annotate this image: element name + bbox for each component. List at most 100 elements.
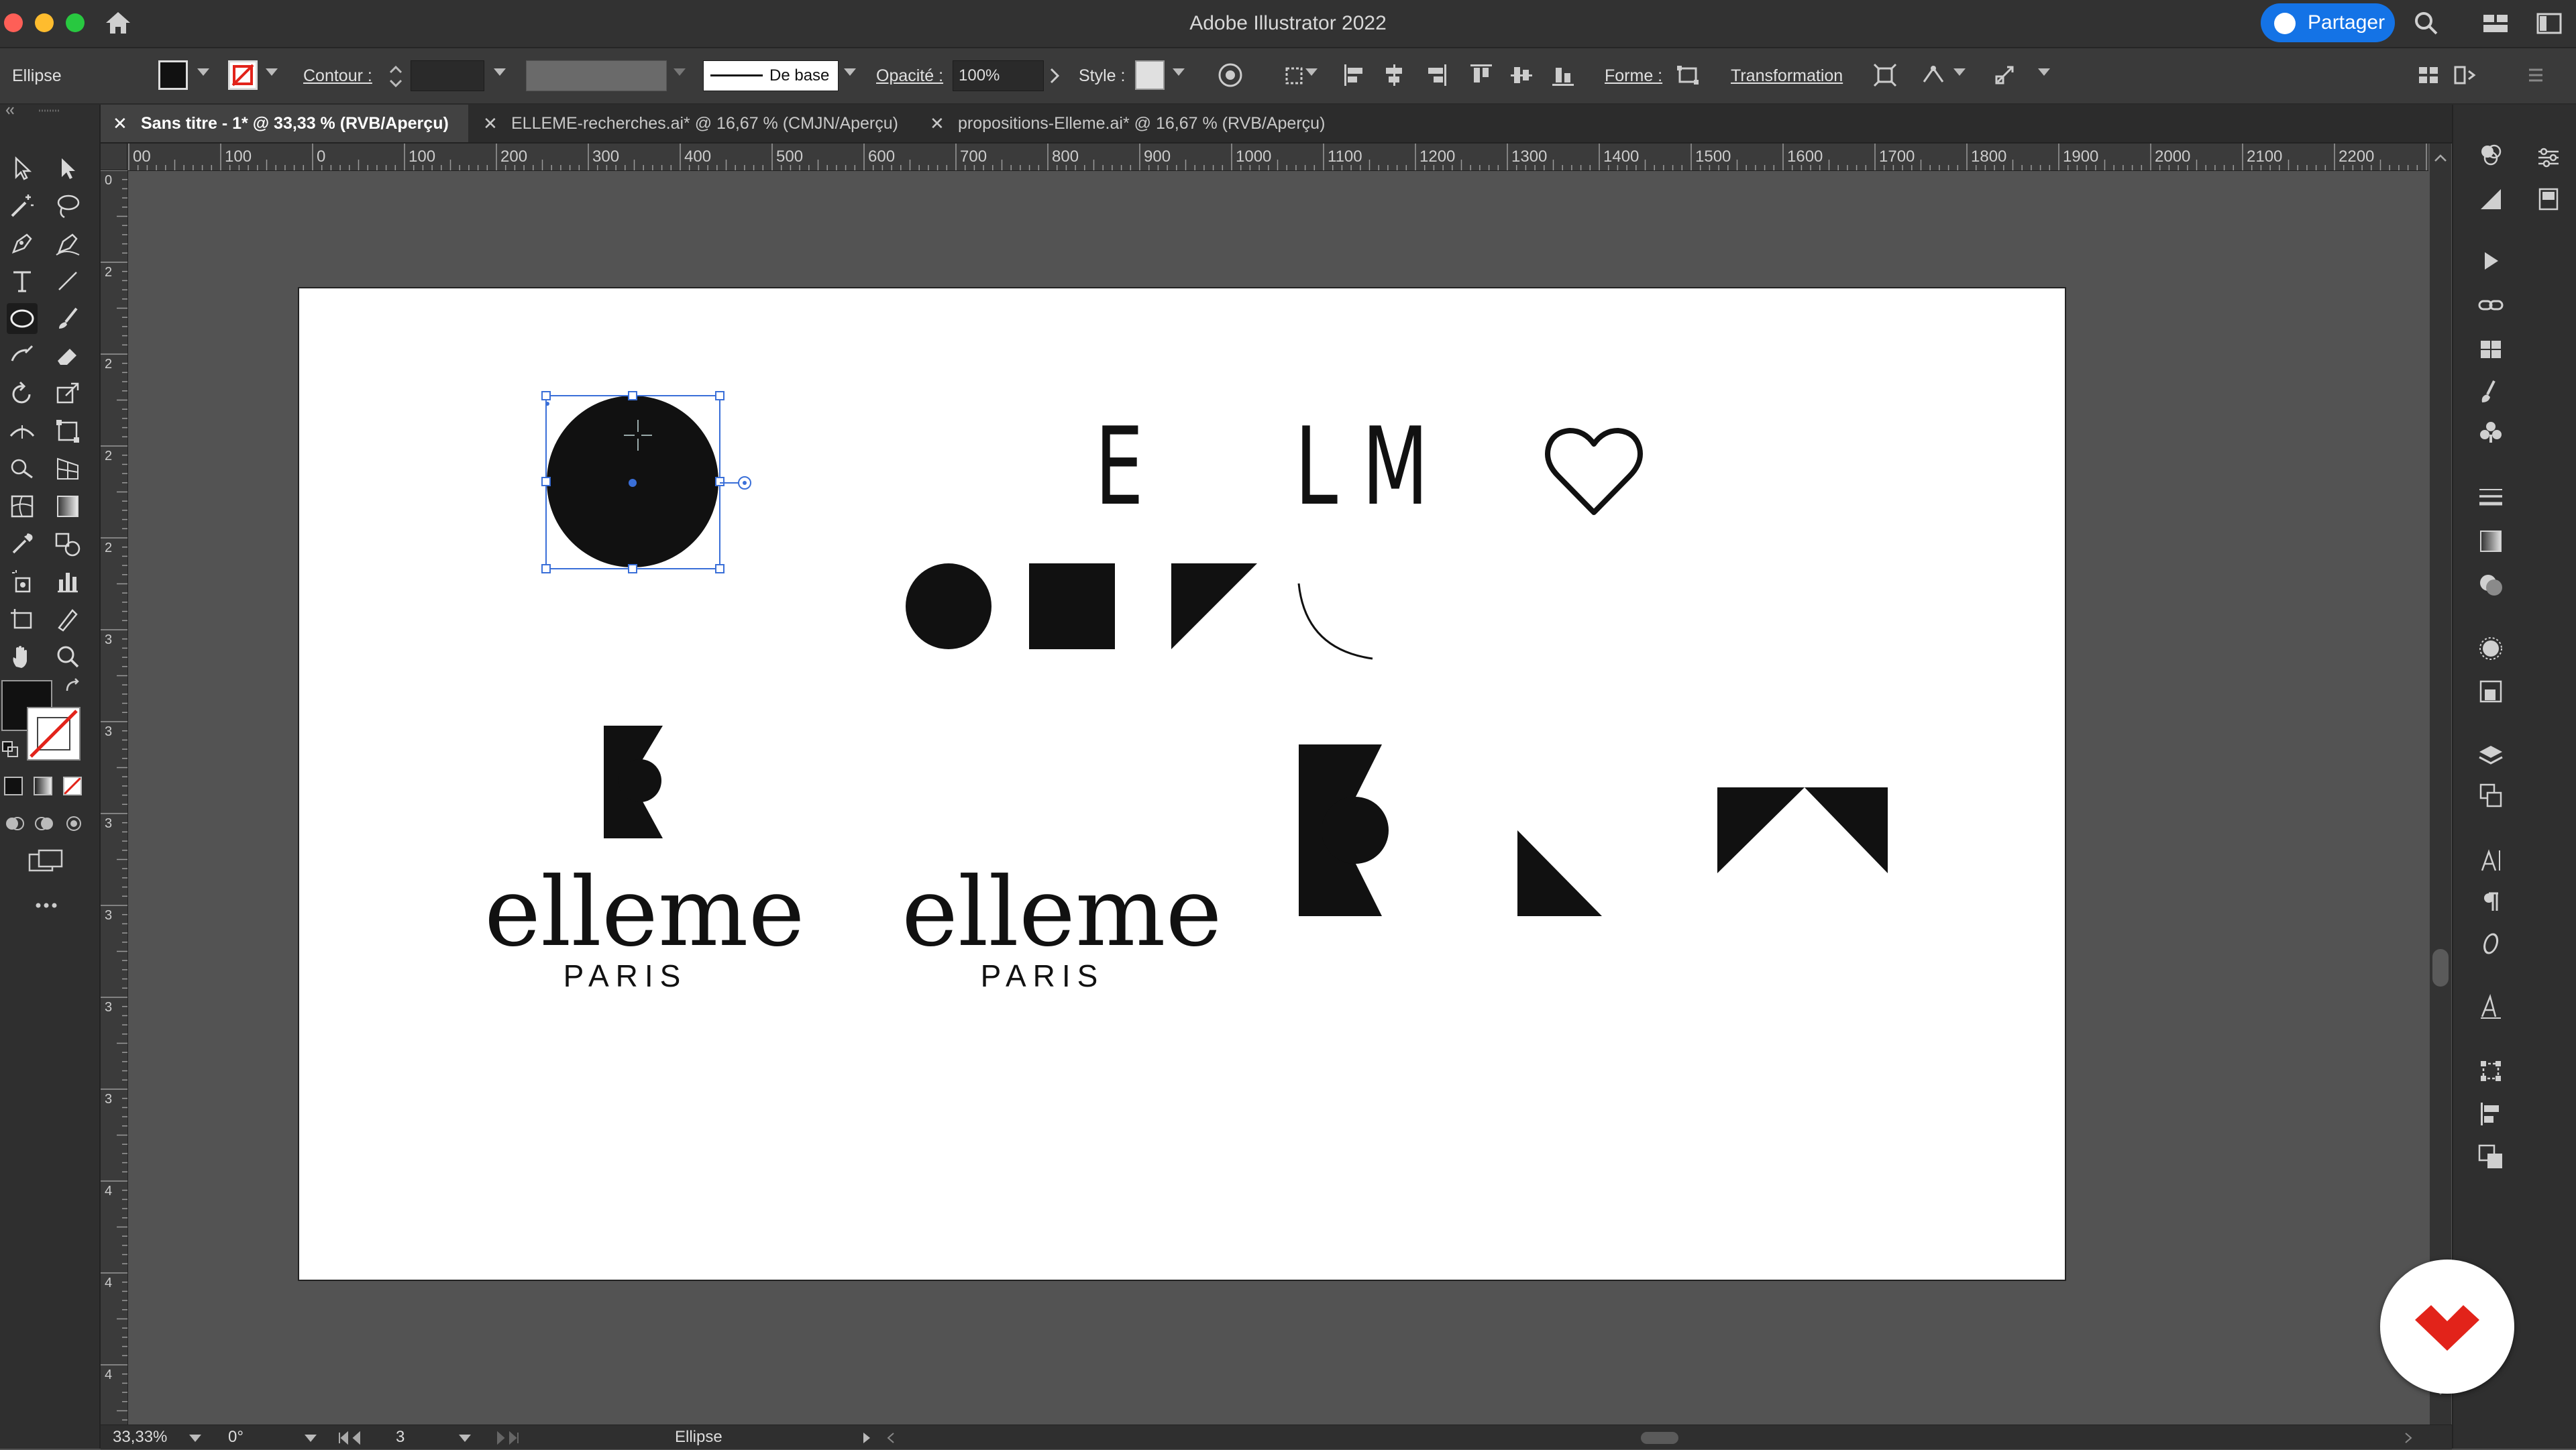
chevron-down-icon[interactable]	[189, 1435, 201, 1442]
artboards-panel-icon[interactable]	[2475, 781, 2506, 812]
eyedropper-tool-icon[interactable]	[7, 528, 38, 559]
screen-mode-icon[interactable]	[27, 848, 64, 875]
zoom-tool-icon[interactable]	[52, 641, 83, 672]
graphic-styles-panel-icon[interactable]	[2475, 676, 2506, 707]
transform-label[interactable]: Transformation	[1731, 48, 1843, 103]
tab-elleme-recherches[interactable]: ✕ ELLEME-recherches.ai* @ 16,67 % (CMJN/…	[471, 105, 914, 142]
panel-options-icon[interactable]	[2453, 62, 2479, 89]
wordmark-elleme-1[interactable]: elleme	[484, 865, 805, 960]
align-right-icon[interactable]	[1422, 62, 1449, 89]
chevron-down-icon[interactable]	[844, 68, 856, 76]
appearance-panel-icon[interactable]	[2475, 633, 2506, 664]
align-to-selection-icon[interactable]	[1281, 62, 1308, 89]
recolor-artwork-icon[interactable]	[1217, 62, 1244, 89]
learn-panel-icon[interactable]	[2533, 184, 2564, 215]
share-button[interactable]: Partager	[2261, 3, 2395, 42]
column-graph-tool-icon[interactable]	[52, 566, 83, 597]
perspective-grid-tool-icon[interactable]	[52, 453, 83, 484]
properties-panel-icon[interactable]	[2475, 184, 2506, 215]
expand-panel-icon[interactable]	[2522, 62, 2549, 89]
symbol-sprayer-tool-icon[interactable]	[7, 566, 38, 597]
align-top-icon[interactable]	[1468, 62, 1495, 89]
brush-definition-select[interactable]: De base	[703, 60, 839, 91]
hand-tool-icon[interactable]	[7, 641, 38, 672]
pathfinder-panel-icon[interactable]	[2475, 1141, 2506, 1172]
artboard-first-prev-icon[interactable]	[337, 1431, 370, 1445]
tagline-paris-2[interactable]: PARIS	[902, 959, 1183, 993]
opacity-label[interactable]: Opacité :	[876, 48, 943, 103]
chevron-down-icon[interactable]	[266, 68, 278, 76]
width-tool-icon[interactable]	[7, 416, 38, 447]
scale-tool-icon[interactable]	[52, 378, 83, 409]
logo-mark-large[interactable]	[1299, 744, 1389, 916]
color-mode-button[interactable]	[4, 777, 23, 795]
stroke-weight-stepper[interactable]	[388, 63, 404, 90]
shaper-tool-icon[interactable]	[7, 341, 38, 372]
toolbar-collapse-handle[interactable]	[5, 106, 93, 115]
ellipse-tool-icon[interactable]	[7, 303, 38, 334]
free-transform-tool-icon[interactable]	[52, 416, 83, 447]
puppet-warp-icon[interactable]	[1920, 62, 1947, 89]
symbols-panel-icon[interactable]	[2475, 417, 2506, 448]
close-tab-icon[interactable]: ✕	[113, 105, 127, 142]
brushes-panel-icon[interactable]	[2475, 377, 2506, 408]
search-icon[interactable]	[2412, 9, 2439, 36]
slice-tool-icon[interactable]	[52, 604, 83, 634]
stroke-panel-icon[interactable]	[2475, 482, 2506, 512]
scroll-up-icon[interactable]	[2430, 148, 2451, 168]
line-segment-tool-icon[interactable]	[52, 266, 83, 296]
align-left-icon[interactable]	[1342, 62, 1368, 89]
transform-panel-icon[interactable]	[2475, 1056, 2506, 1086]
arrange-documents-icon[interactable]	[2415, 62, 2442, 89]
wordmark-elleme-2[interactable]: elleme	[902, 865, 1222, 960]
chevron-down-icon[interactable]	[1173, 68, 1185, 76]
blend-tool-icon[interactable]	[52, 528, 83, 559]
shape-label[interactable]: Forme :	[1605, 48, 1662, 103]
letters-lm[interactable]: LM	[1295, 413, 1453, 520]
libraries-panel-icon[interactable]	[2475, 334, 2506, 365]
close-tab-icon[interactable]: ✕	[483, 105, 498, 142]
lasso-tool-icon[interactable]	[52, 190, 83, 221]
shape-properties-icon[interactable]	[1674, 62, 1701, 89]
tagline-paris-1[interactable]: PARIS	[484, 959, 766, 993]
zoom-level-field[interactable]: 33,33%	[113, 1425, 167, 1449]
rotation-field[interactable]: 0°	[228, 1425, 244, 1449]
align-bottom-icon[interactable]	[1550, 62, 1576, 89]
chevron-down-icon[interactable]	[1305, 68, 1318, 76]
corner-triangle-shape[interactable]	[1517, 830, 1602, 916]
circle-shape[interactable]	[906, 563, 991, 649]
none-mode-button[interactable]	[63, 777, 82, 795]
align-vertical-center-icon[interactable]	[1508, 62, 1535, 89]
chevron-down-icon[interactable]	[674, 68, 686, 76]
default-fill-stroke-icon[interactable]	[1, 740, 20, 759]
magic-wand-tool-icon[interactable]	[7, 190, 38, 221]
chevron-down-icon[interactable]	[197, 68, 209, 76]
tab-propositions-elleme[interactable]: ✕ propositions-Elleme.ai* @ 16,67 % (RVB…	[918, 105, 1360, 142]
status-menu-icon[interactable]	[860, 1431, 873, 1445]
stroke-weight-input[interactable]	[411, 60, 484, 91]
triangle-shape[interactable]	[1171, 563, 1257, 649]
vertical-scrollbar[interactable]	[2430, 144, 2451, 1431]
chevron-down-icon[interactable]	[459, 1435, 471, 1442]
gradient-tool-icon[interactable]	[52, 491, 83, 522]
artboard-tool-icon[interactable]	[7, 604, 38, 634]
paintbrush-tool-icon[interactable]	[52, 303, 83, 334]
character-panel-icon[interactable]	[2475, 845, 2506, 876]
stroke-label[interactable]: Contour :	[303, 48, 372, 103]
chevron-down-icon[interactable]	[494, 68, 506, 76]
shape-builder-tool-icon[interactable]	[7, 453, 38, 484]
glyphs-panel-icon[interactable]	[2475, 991, 2506, 1022]
swap-fill-stroke-icon[interactable]	[63, 677, 83, 698]
tab-sans-titre[interactable]: ✕ Sans titre - 1* @ 33,33 % (RVB/Aperçu)	[101, 105, 468, 142]
panel-layout-icon[interactable]	[2536, 12, 2563, 35]
workspace-switcher-icon[interactable]	[2482, 12, 2509, 35]
pen-tool-icon[interactable]	[7, 228, 38, 259]
curvature-tool-icon[interactable]	[52, 228, 83, 259]
properties-toggle-icon[interactable]	[2533, 142, 2564, 173]
draw-inside-icon[interactable]	[63, 814, 85, 833]
select-similar-icon[interactable]	[1992, 62, 2019, 89]
scroll-right-icon[interactable]	[2402, 1431, 2415, 1445]
stroke-color-proxy[interactable]	[27, 707, 80, 761]
horizontal-scroll-thumb[interactable]	[1641, 1432, 1678, 1444]
draw-behind-icon[interactable]	[34, 814, 55, 833]
